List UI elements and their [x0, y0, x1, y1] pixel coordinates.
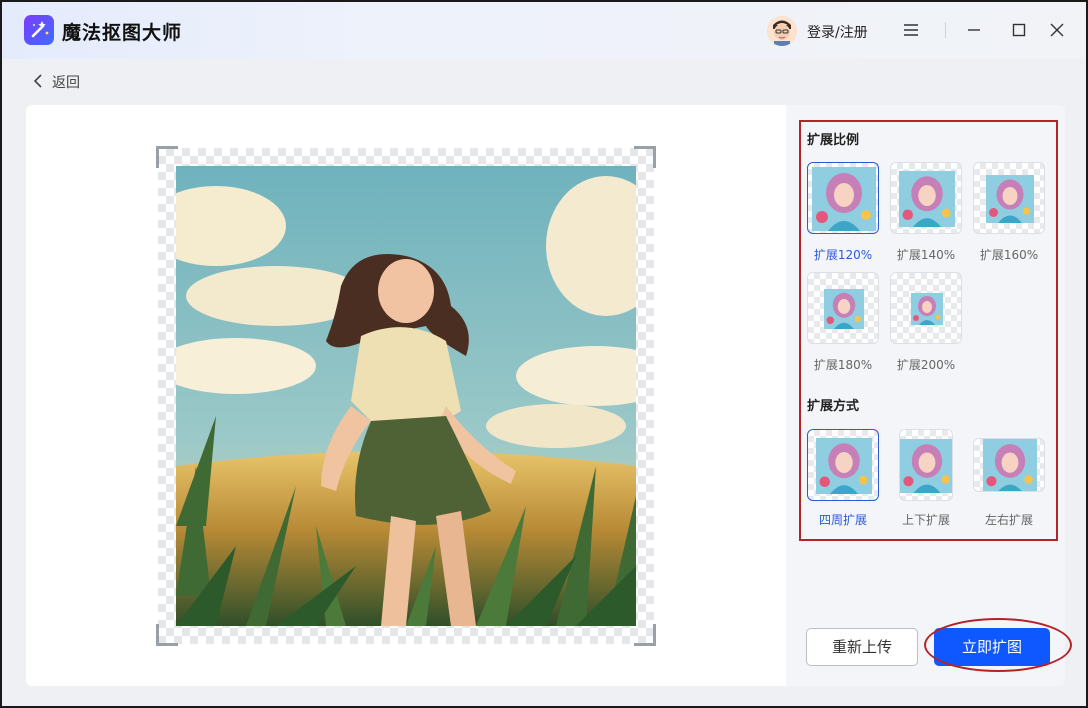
anime-girl-thumbnail [816, 438, 872, 494]
ratio-section-title: 扩展比例 [807, 133, 860, 148]
anime-girl-thumbnail [812, 167, 876, 231]
back-label: 返回 [52, 75, 80, 91]
title-bar-divider [945, 22, 946, 38]
crop-corner-bottom-right[interactable] [634, 624, 656, 646]
ratio-label-200: 扩展200% [896, 358, 956, 372]
crop-corner-top-left[interactable] [156, 146, 178, 168]
login-register-link[interactable]: 登录/注册 [807, 22, 868, 42]
ratio-option-180[interactable] [807, 272, 879, 344]
preview-image [176, 166, 636, 626]
annotation-highlight-ellipse [924, 618, 1072, 672]
avatar[interactable] [767, 16, 797, 46]
minimize-icon[interactable] [965, 21, 983, 39]
ratio-label-160: 扩展160% [979, 248, 1039, 262]
chevron-left-icon [32, 73, 44, 92]
app-window: 魔法抠图大师 登录/注册 返回 扩展比例 扩展120% 扩展140% 扩展160… [0, 0, 1088, 708]
title-bar: 魔法抠图大师 登录/注册 [2, 2, 1086, 59]
crop-corner-bottom-left[interactable] [156, 624, 178, 646]
mode-option-vertical[interactable] [899, 429, 953, 501]
app-title: 魔法抠图大师 [62, 22, 183, 44]
anime-girl-thumbnail [983, 439, 1037, 491]
ratio-option-120[interactable] [807, 162, 879, 234]
anime-girl-thumbnail [911, 293, 943, 325]
ratio-label-140: 扩展140% [896, 248, 956, 262]
ratio-label-120: 扩展120% [813, 248, 873, 262]
ratio-label-180: 扩展180% [813, 358, 873, 372]
magic-wand-icon [24, 15, 54, 45]
menu-icon[interactable] [902, 21, 920, 39]
close-icon[interactable] [1048, 21, 1066, 39]
crop-corner-top-right[interactable] [634, 146, 656, 168]
mode-option-all-sides[interactable] [807, 429, 879, 501]
ratio-option-200[interactable] [890, 272, 962, 344]
mode-label-vertical: 上下扩展 [901, 513, 950, 527]
ratio-option-140[interactable] [890, 162, 962, 234]
back-button[interactable]: 返回 [32, 72, 80, 92]
anime-girl-thumbnail [986, 175, 1034, 223]
ratio-option-160[interactable] [973, 162, 1045, 234]
reupload-button[interactable]: 重新上传 [806, 628, 918, 666]
maximize-icon[interactable] [1010, 21, 1028, 39]
mode-label-horizontal: 左右扩展 [984, 513, 1033, 527]
anime-girl-thumbnail [900, 439, 952, 493]
mode-section-title: 扩展方式 [807, 399, 860, 414]
anime-girl-thumbnail [899, 171, 955, 227]
anime-girl-thumbnail [824, 289, 864, 329]
mode-label-all-sides: 四周扩展 [818, 513, 867, 527]
mode-option-horizontal[interactable] [973, 438, 1045, 492]
